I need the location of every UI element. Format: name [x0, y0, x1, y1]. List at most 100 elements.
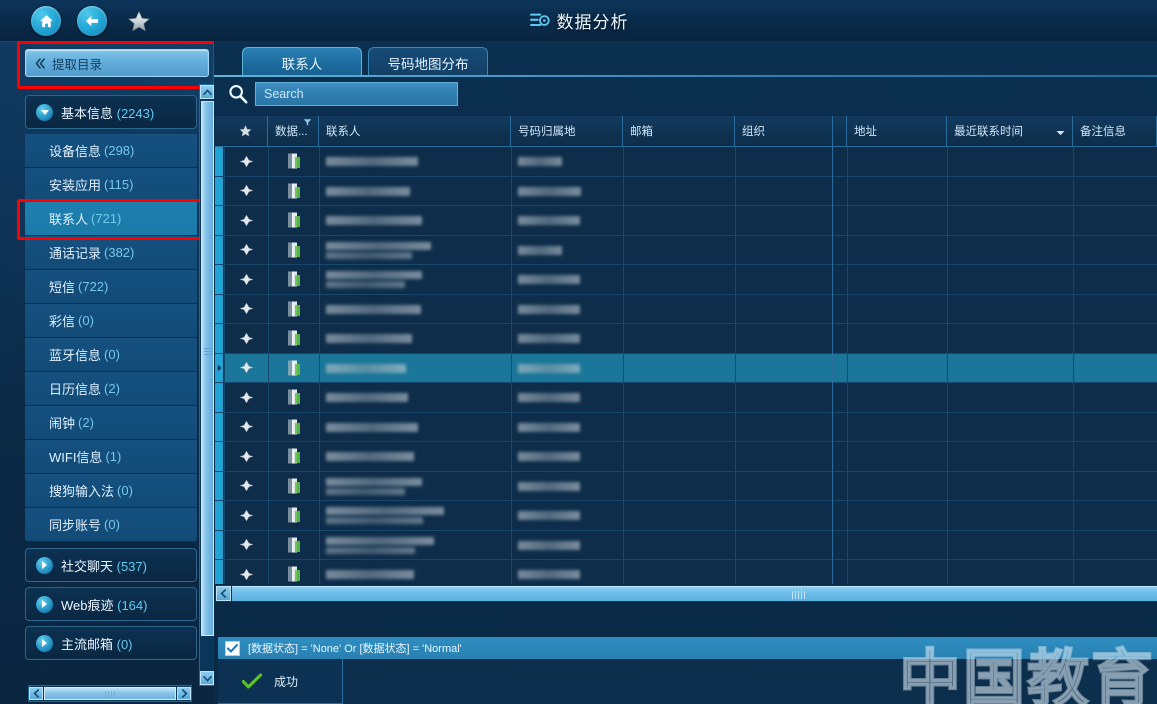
- scroll-left-button[interactable]: [29, 687, 43, 700]
- sidebar-horizontal-scrollbar[interactable]: [28, 685, 192, 702]
- table-row[interactable]: [215, 501, 1157, 531]
- row-favorite-icon[interactable]: [224, 501, 268, 530]
- funnel-icon[interactable]: [303, 118, 312, 130]
- cell-divider: [1073, 353, 1074, 382]
- row-favorite-icon[interactable]: [224, 324, 268, 353]
- grid-header-star[interactable]: [224, 116, 268, 146]
- cell-divider: [735, 324, 736, 353]
- cell-divider: [847, 471, 848, 500]
- row-favorite-icon[interactable]: [224, 147, 268, 176]
- sidebar-scroll-thumb[interactable]: [201, 101, 214, 636]
- sidebar-item-0-3[interactable]: 通话记录 (382): [25, 236, 197, 270]
- sidebar-group-3[interactable]: 主流邮箱 (0): [25, 626, 197, 660]
- sidebar-hscroll-thumb[interactable]: [44, 687, 176, 700]
- redacted-value: [326, 304, 421, 314]
- row-favorite-icon[interactable]: [224, 560, 268, 584]
- search-icon[interactable]: [224, 81, 252, 107]
- redacted-value: [326, 281, 405, 288]
- extract-directory-button[interactable]: 提取目录: [25, 49, 209, 77]
- table-row[interactable]: [215, 471, 1157, 501]
- sidebar-vertical-scrollbar[interactable]: [199, 84, 215, 686]
- cell-divider: [511, 265, 512, 294]
- row-favorite-icon[interactable]: [224, 177, 268, 206]
- cell-divider: [319, 501, 320, 530]
- sidebar-group-2[interactable]: Web痕迹 (164): [25, 587, 197, 621]
- scroll-up-button[interactable]: [200, 85, 214, 99]
- row-favorite-icon[interactable]: [224, 265, 268, 294]
- grid-header-mailbox[interactable]: 邮箱: [623, 116, 735, 146]
- data-status-icon: [287, 301, 300, 317]
- sidebar-item-0-8[interactable]: 闹钟 (2): [25, 406, 197, 440]
- grid-header-remark[interactable]: 备注信息: [1073, 116, 1157, 146]
- row-favorite-icon[interactable]: [224, 295, 268, 324]
- sidebar-item-0-10[interactable]: 搜狗输入法 (0): [25, 474, 197, 508]
- row-favorite-icon[interactable]: [224, 472, 268, 501]
- table-row[interactable]: [215, 147, 1157, 177]
- cell-divider: [319, 560, 320, 584]
- grid-scroll-left-button[interactable]: [216, 586, 231, 601]
- sidebar-item-0-11[interactable]: 同步账号 (0): [25, 508, 197, 542]
- data-status-icon: [287, 389, 300, 405]
- table-row[interactable]: [215, 235, 1157, 265]
- triangle-right-icon[interactable]: [36, 595, 53, 613]
- triangle-down-icon[interactable]: [36, 103, 53, 121]
- table-row[interactable]: [215, 560, 1157, 584]
- table-row[interactable]: [215, 530, 1157, 560]
- filter-checkbox[interactable]: [225, 640, 240, 656]
- grid-header-org[interactable]: 组织: [735, 116, 847, 146]
- cell-divider: [623, 560, 624, 584]
- grid-header-contact[interactable]: 联系人: [319, 116, 511, 146]
- sidebar-item-0-7[interactable]: 日历信息 (2): [25, 372, 197, 406]
- cell-divider: [268, 412, 269, 441]
- sidebar-item-0-2[interactable]: 联系人 (721): [25, 202, 197, 236]
- table-row[interactable]: [215, 324, 1157, 354]
- grid-header-label: 备注信息: [1080, 126, 1126, 138]
- cell-divider: [1073, 176, 1074, 205]
- cell-divider: [319, 471, 320, 500]
- sidebar-item-0-9[interactable]: WIFI信息 (1): [25, 440, 197, 474]
- sidebar-item-0-4[interactable]: 短信 (722): [25, 270, 197, 304]
- grid-hscroll-thumb[interactable]: [232, 586, 1157, 601]
- table-row[interactable]: [215, 412, 1157, 442]
- sidebar-group-children: 设备信息 (298) 安装应用 (115) 联系人 (721) 通话记录 (382) 短信 (72…: [25, 134, 197, 542]
- triangle-right-icon[interactable]: [36, 634, 53, 652]
- sidebar-item-0-6[interactable]: 蓝牙信息 (0): [25, 338, 197, 372]
- table-row[interactable]: [215, 353, 1157, 383]
- tab-contacts[interactable]: 联系人: [242, 47, 362, 77]
- table-row[interactable]: [215, 265, 1157, 295]
- grid-header-lastcontact[interactable]: 最近联系时间: [947, 116, 1073, 146]
- cell-divider: [319, 147, 320, 176]
- row-favorite-icon[interactable]: [224, 206, 268, 235]
- cell-divider: [511, 560, 512, 584]
- tab-number-map-distribution[interactable]: 号码地图分布: [368, 47, 488, 77]
- scroll-right-button[interactable]: [177, 687, 191, 700]
- row-favorite-icon[interactable]: [224, 354, 268, 383]
- table-row[interactable]: [215, 442, 1157, 472]
- row-favorite-icon[interactable]: [224, 236, 268, 265]
- table-row[interactable]: [215, 176, 1157, 206]
- table-row[interactable]: [215, 206, 1157, 236]
- row-favorite-icon[interactable]: [224, 442, 268, 471]
- scroll-down-button[interactable]: [200, 671, 214, 685]
- grid-horizontal-scrollbar[interactable]: [215, 585, 1157, 602]
- redacted-value: [518, 481, 580, 491]
- sidebar-group-0[interactable]: 基本信息 (2243): [25, 95, 197, 129]
- grid-header-region[interactable]: 号码归属地: [511, 116, 623, 146]
- redacted-value: [326, 271, 422, 279]
- grid-header-address[interactable]: 地址: [847, 116, 947, 146]
- table-row[interactable]: [215, 383, 1157, 413]
- search-input[interactable]: [255, 82, 458, 106]
- cell-divider: [268, 265, 269, 294]
- sidebar-item-0-5[interactable]: 彩信 (0): [25, 304, 197, 338]
- sidebar-item-0-1[interactable]: 安装应用 (115): [25, 168, 197, 202]
- row-favorite-icon[interactable]: [224, 531, 268, 560]
- row-favorite-icon[interactable]: [224, 413, 268, 442]
- grid-header-status[interactable]: 数据...: [268, 116, 319, 146]
- sort-desc-icon[interactable]: [1056, 127, 1065, 139]
- triangle-right-icon[interactable]: [36, 556, 53, 574]
- sidebar-group-1[interactable]: 社交聊天 (537): [25, 548, 197, 582]
- table-row[interactable]: [215, 294, 1157, 324]
- chevron-up-icon: [202, 88, 212, 95]
- sidebar-item-0-0[interactable]: 设备信息 (298): [25, 134, 197, 168]
- row-favorite-icon[interactable]: [224, 383, 268, 412]
